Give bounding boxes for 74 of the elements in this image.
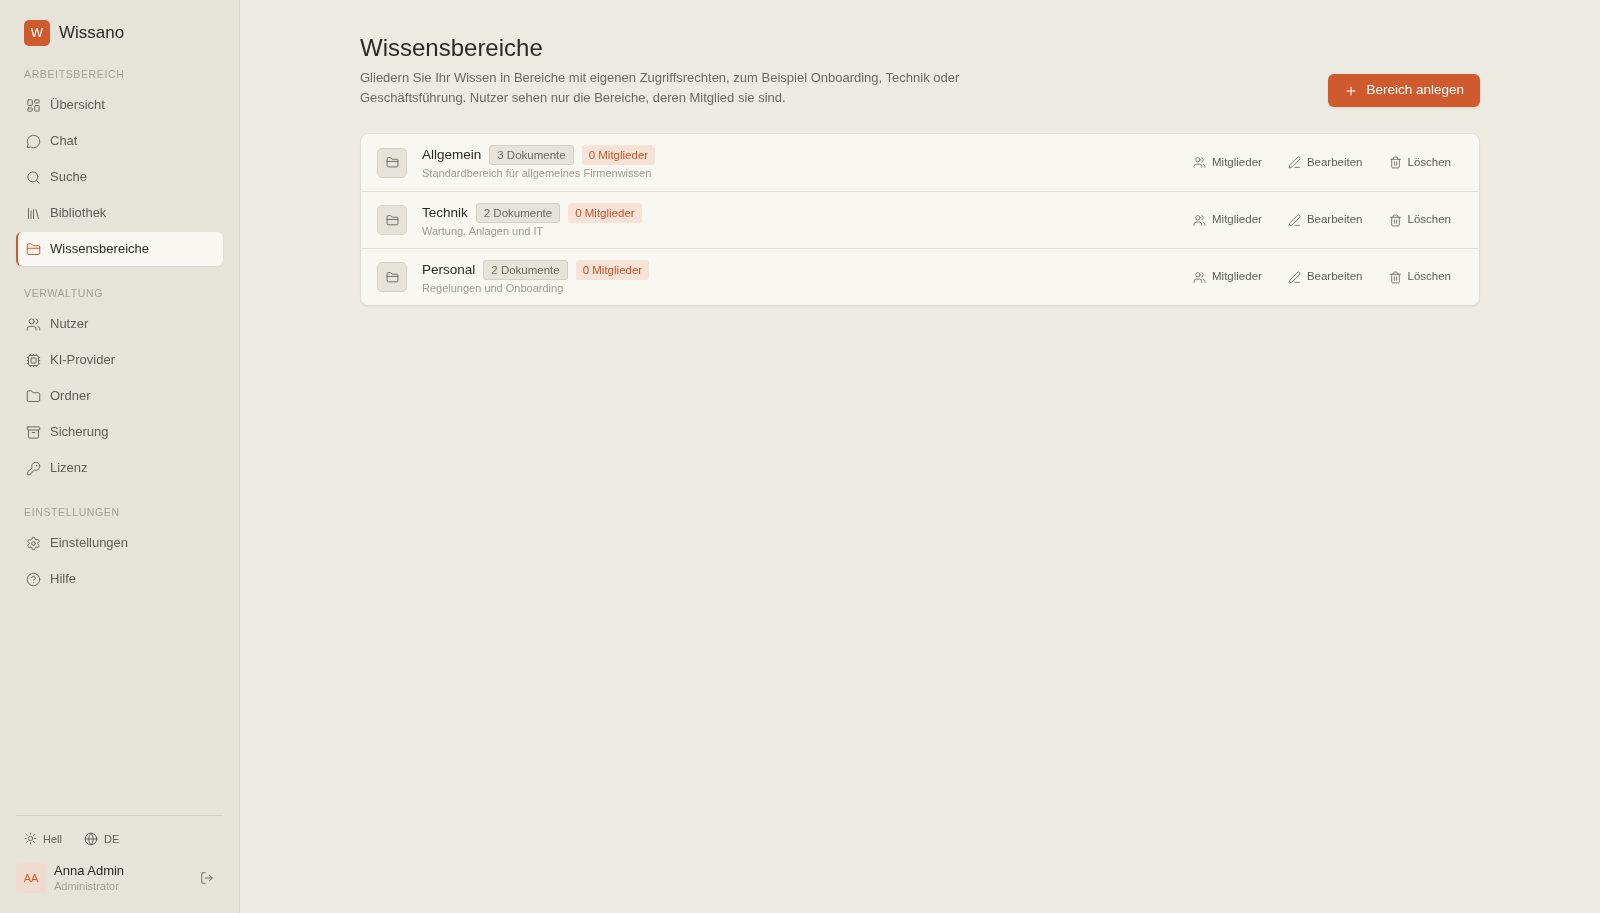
- help-icon: [26, 571, 41, 587]
- sun-icon: [24, 832, 37, 846]
- page-title: Wissensbereiche: [360, 33, 544, 63]
- row-action-button[interactable]: Mitglieder: [1193, 153, 1262, 172]
- pencil-icon: [1287, 213, 1301, 227]
- trash-icon: [1388, 156, 1402, 169]
- pencil-icon: [1287, 156, 1301, 169]
- folder-icon: [377, 262, 407, 292]
- logo-icon: W: [24, 20, 50, 46]
- row-action-button[interactable]: Löschen: [1388, 153, 1451, 172]
- app-name: Wissano: [59, 22, 125, 45]
- pencil-icon: [1287, 270, 1301, 284]
- language-toggle[interactable]: DE: [83, 830, 120, 847]
- plus-icon: [1344, 83, 1359, 98]
- sidebar-item[interactable]: Wissensbereiche: [16, 232, 223, 266]
- folder-icon: [377, 205, 407, 235]
- key-icon: [26, 460, 41, 476]
- user-role: Administrator: [54, 879, 120, 894]
- sidebar-item[interactable]: Nutzer: [16, 307, 223, 341]
- row-action-button[interactable]: Bearbeiten: [1287, 211, 1363, 229]
- search-icon: [26, 169, 41, 185]
- folder-icon: [377, 147, 407, 178]
- row-action-button[interactable]: Bearbeiten: [1287, 153, 1363, 172]
- sidebar-item[interactable]: Bibliothek: [16, 196, 223, 230]
- sidebar-item[interactable]: Hilfe: [16, 562, 223, 596]
- area-description: Standardbereich für allgemeines Firmenwissen: [422, 166, 653, 180]
- members-count: 0 Mitglieder: [568, 202, 642, 223]
- archive-box-icon: [26, 424, 41, 440]
- section-heading: EINSTELLUNGEN: [23, 506, 121, 518]
- members-count: 0 Mitglieder: [575, 259, 650, 280]
- users-icon: [1193, 213, 1207, 227]
- chat-bubble-icon: [26, 133, 41, 149]
- folder-icon: [26, 241, 41, 257]
- users-icon: [1193, 270, 1207, 284]
- sidebar-item[interactable]: Sicherung: [16, 415, 223, 449]
- area-description: Wartung, Anlagen und IT: [422, 223, 545, 238]
- user-avatar: AA: [16, 863, 46, 893]
- documents-count: 3 Dokumente: [489, 145, 574, 165]
- row-action-button[interactable]: Mitglieder: [1193, 268, 1262, 286]
- sidebar-item[interactable]: Lizenz: [16, 451, 223, 485]
- logout-icon: [200, 871, 214, 885]
- section-heading: ARBEITSBEREICH: [23, 68, 126, 80]
- dashboard-icon: [26, 97, 41, 113]
- area-name: Technik: [422, 203, 468, 222]
- members-count: 0 Mitglieder: [581, 145, 656, 165]
- settings-icon: [26, 535, 41, 551]
- users-icon: [1193, 156, 1207, 169]
- documents-count: 2 Dokumente: [475, 202, 561, 223]
- trash-icon: [1388, 270, 1402, 284]
- row-action-button[interactable]: Löschen: [1388, 211, 1451, 229]
- documents-count: 2 Dokumente: [483, 259, 568, 280]
- sidebar-item[interactable]: Einstellungen: [16, 526, 223, 560]
- create-area-button[interactable]: Bereich anlegen: [1328, 74, 1480, 107]
- users-icon: [26, 316, 41, 332]
- user-name: Anna Admin: [54, 862, 126, 879]
- sidebar-item[interactable]: Chat: [16, 124, 223, 158]
- chip-icon: [26, 352, 41, 368]
- trash-icon: [1388, 213, 1402, 227]
- sidebar-item[interactable]: Suche: [16, 160, 223, 194]
- sidebar-item[interactable]: Übersicht: [16, 88, 223, 122]
- row-action-button[interactable]: Löschen: [1388, 268, 1451, 286]
- area-description: Regelungen und Onboarding: [422, 280, 565, 295]
- page-description: Gliedern Sie Ihr Wissen in Bereiche mit eigenen Zugriffsrechten, zum Beispiel Onboarding, Technik oder Geschäftsführung. Nutzer sehen nur die Bereiche, deren Mitglied sie sind.: [360, 69, 961, 107]
- sidebar-item[interactable]: KI-Provider: [16, 343, 223, 377]
- books-icon: [26, 205, 41, 221]
- sidebar-item[interactable]: Ordner: [16, 379, 223, 413]
- row-action-button[interactable]: Mitglieder: [1193, 211, 1262, 229]
- area-name: Personal: [422, 260, 476, 279]
- area-name: Allgemein: [422, 146, 482, 164]
- folder-icon: [26, 388, 41, 404]
- globe-icon: [83, 831, 98, 846]
- row-action-button[interactable]: Bearbeiten: [1287, 268, 1363, 286]
- theme-toggle[interactable]: Hell: [24, 830, 62, 847]
- section-heading: VERWALTUNG: [23, 287, 105, 299]
